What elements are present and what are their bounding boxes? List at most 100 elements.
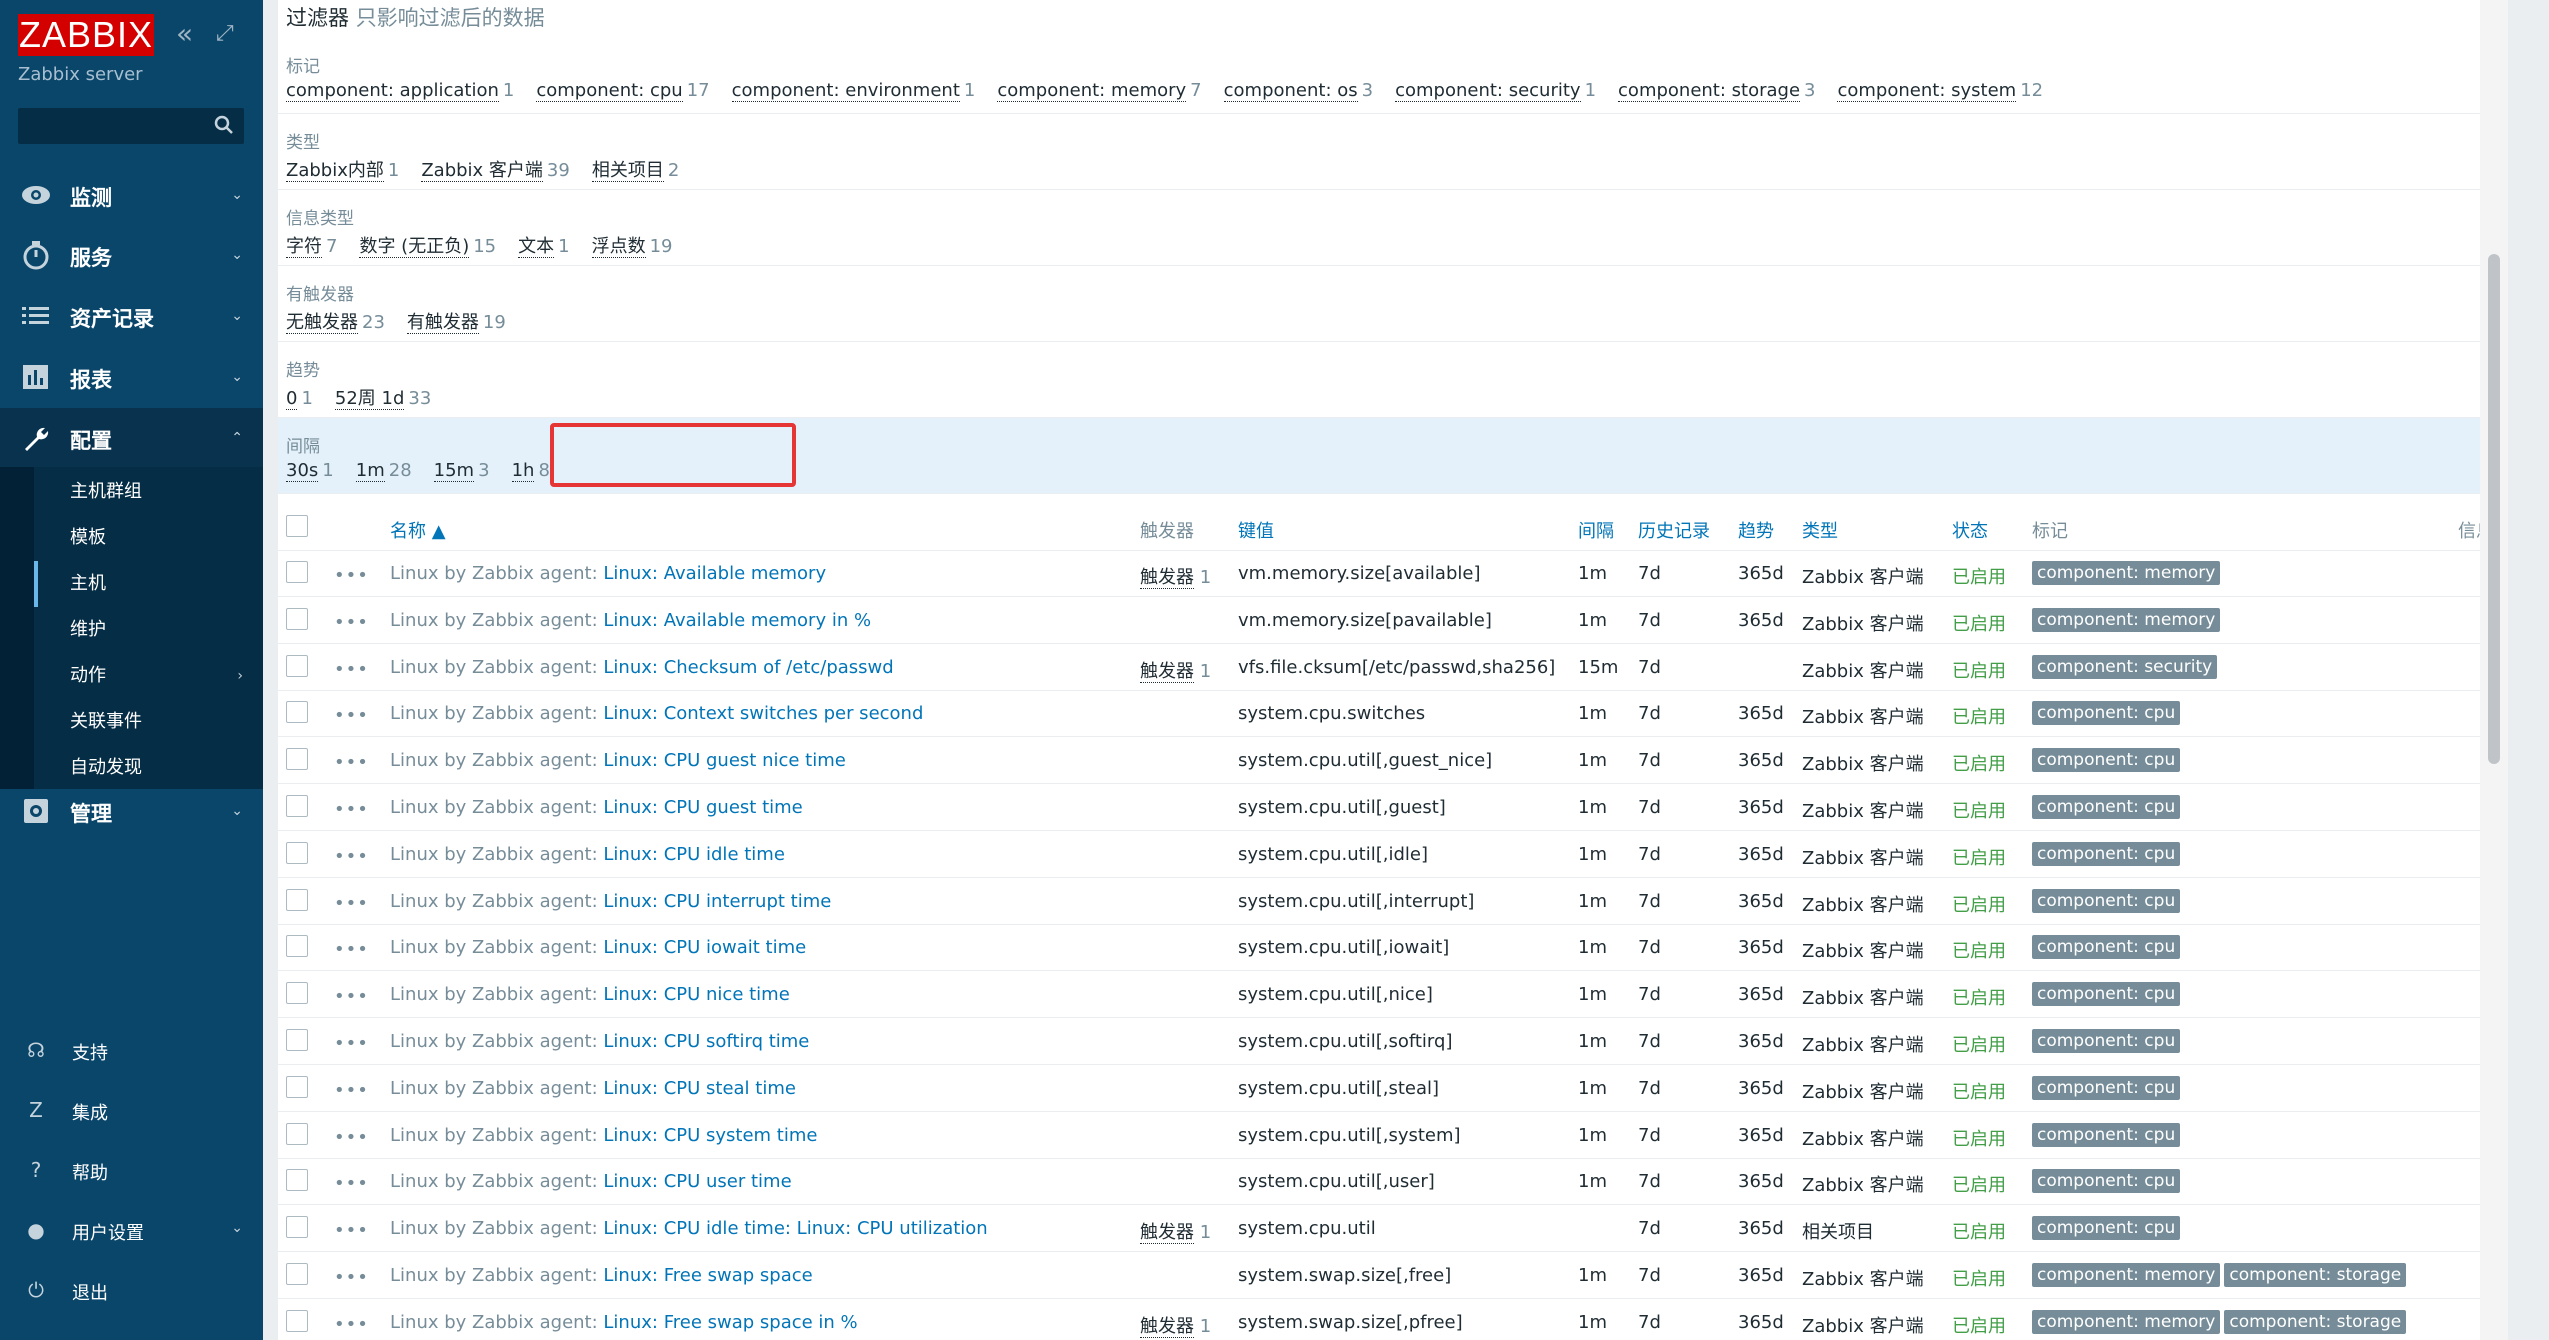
item-link[interactable]: Linux: CPU idle time: Linux: CPU utiliza…	[603, 1218, 987, 1239]
row-checkbox[interactable]	[286, 1309, 308, 1332]
more-actions-icon[interactable]: •••	[334, 986, 369, 1007]
tag-badge[interactable]: component: cpu	[2032, 795, 2181, 819]
row-checkbox[interactable]	[286, 1216, 308, 1239]
host-link[interactable]: Linux by Zabbix agent	[390, 610, 592, 631]
tag-badge[interactable]: component: cpu	[2032, 1122, 2181, 1147]
filter-value-link[interactable]: component: memory	[997, 80, 1187, 102]
status-toggle[interactable]: 已启用	[1952, 797, 2006, 823]
nav-item-clock[interactable]: 服务 ⌄	[0, 225, 263, 285]
submenu-item[interactable]: 模板	[34, 515, 263, 561]
submenu-item[interactable]: 主机群组	[34, 469, 263, 515]
filter-value-link[interactable]: 1m	[355, 460, 385, 482]
column-header-status[interactable]: 状态	[1952, 517, 1988, 543]
column-header-interval[interactable]: 间隔	[1578, 517, 1614, 543]
filter-value-link[interactable]: component: storage	[1618, 80, 1801, 102]
status-toggle[interactable]: 已启用	[1952, 703, 2006, 729]
bottom-nav-z[interactable]: Z 集成	[0, 1090, 263, 1130]
status-toggle[interactable]: 已启用	[1952, 937, 2006, 963]
filter-value-link[interactable]: 0	[286, 388, 298, 410]
item-link[interactable]: Linux: CPU steal time	[603, 1078, 796, 1099]
tag-badge[interactable]: component: cpu	[2032, 1075, 2181, 1100]
more-actions-icon[interactable]: •••	[334, 939, 369, 960]
filter-value-link[interactable]: 52周 1d	[334, 388, 405, 410]
tag-badge[interactable]: component: memory	[2032, 1309, 2221, 1334]
host-link[interactable]: Linux by Zabbix agent	[390, 1312, 592, 1333]
more-actions-icon[interactable]: •••	[334, 1220, 369, 1241]
tag-badge[interactable]: component: memory	[2032, 561, 2221, 585]
row-checkbox[interactable]	[286, 795, 308, 817]
item-link[interactable]: Linux: CPU nice time	[603, 984, 789, 1005]
row-checkbox[interactable]	[286, 607, 308, 630]
status-toggle[interactable]: 已启用	[1952, 1218, 2006, 1244]
host-link[interactable]: Linux by Zabbix agent	[390, 1031, 592, 1052]
bottom-nav-power[interactable]: ⏻ 退出	[0, 1270, 263, 1310]
filter-value-link[interactable]: component: os	[1223, 80, 1358, 102]
triggers-link[interactable]: 触发器	[1140, 567, 1194, 589]
nav-item-list[interactable]: 资产记录 ⌄	[0, 286, 263, 346]
tag-badge[interactable]: component: cpu	[2032, 1029, 2181, 1053]
tag-badge[interactable]: component: cpu	[2032, 1169, 2181, 1194]
column-header-key[interactable]: 键值	[1238, 517, 1274, 543]
filter-value-link[interactable]: Zabbix内部	[286, 160, 384, 182]
host-link[interactable]: Linux by Zabbix agent	[390, 563, 592, 584]
item-link[interactable]: Linux: CPU iowait time	[603, 937, 806, 958]
submenu-item[interactable]: 关联事件	[34, 699, 263, 745]
row-checkbox[interactable]	[286, 748, 308, 771]
status-toggle[interactable]: 已启用	[1952, 1171, 2006, 1197]
nav-item-chart[interactable]: 报表 ⌄	[0, 347, 263, 407]
filter-value-link[interactable]: 有触发器	[406, 312, 479, 334]
search-icon[interactable]	[212, 113, 236, 137]
more-actions-icon[interactable]: •••	[334, 846, 369, 867]
filter-value-link[interactable]: component: security	[1395, 80, 1581, 102]
more-actions-icon[interactable]: •••	[334, 705, 369, 726]
item-link[interactable]: Linux: Free swap space	[603, 1265, 812, 1286]
more-actions-icon[interactable]: •••	[334, 1173, 369, 1194]
submenu-item[interactable]: 维护	[34, 607, 263, 653]
more-actions-icon[interactable]: •••	[334, 1314, 369, 1335]
more-actions-icon[interactable]: •••	[334, 565, 369, 586]
kiosk-mode-icon[interactable]: ⤢	[216, 20, 234, 48]
tag-badge[interactable]: component: cpu	[2032, 841, 2181, 866]
host-link[interactable]: Linux by Zabbix agent	[390, 891, 592, 912]
select-all-checkbox[interactable]	[286, 515, 308, 537]
status-toggle[interactable]: 已启用	[1952, 657, 2006, 683]
filter-value-link[interactable]: 文本	[518, 236, 555, 258]
host-link[interactable]: Linux by Zabbix agent	[390, 1218, 592, 1239]
filter-value-link[interactable]: 30s	[286, 460, 319, 482]
host-link[interactable]: Linux by Zabbix agent	[390, 1265, 592, 1286]
filter-value-link[interactable]: 15m	[433, 460, 475, 482]
more-actions-icon[interactable]: •••	[334, 1267, 369, 1288]
host-link[interactable]: Linux by Zabbix agent	[390, 1078, 592, 1099]
tag-badge[interactable]: component: storage	[2224, 1309, 2407, 1334]
more-actions-icon[interactable]: •••	[334, 659, 369, 680]
filter-value-link[interactable]: 相关项目	[591, 160, 664, 182]
column-header-trends[interactable]: 趋势	[1738, 517, 1774, 543]
tag-badge[interactable]: component: cpu	[2032, 982, 2181, 1007]
item-link[interactable]: Linux: Available memory in %	[603, 610, 871, 631]
bottom-nav-headset[interactable]: ☊ 支持	[0, 1030, 263, 1070]
more-actions-icon[interactable]: •••	[334, 612, 369, 633]
status-toggle[interactable]: 已启用	[1952, 891, 2006, 917]
scrollbar[interactable]	[2480, 0, 2508, 1340]
row-checkbox[interactable]	[286, 1122, 308, 1145]
filter-value-link[interactable]: component: application	[286, 80, 499, 102]
status-toggle[interactable]: 已启用	[1952, 1031, 2006, 1057]
filter-value-link[interactable]: component: cpu	[536, 80, 683, 102]
triggers-link[interactable]: 触发器	[1140, 1222, 1194, 1245]
bottom-nav-question[interactable]: ? 帮助	[0, 1150, 263, 1190]
status-toggle[interactable]: 已启用	[1952, 1125, 2006, 1151]
tag-badge[interactable]: component: cpu	[2032, 748, 2181, 773]
host-link[interactable]: Linux by Zabbix agent	[390, 657, 592, 678]
triggers-link[interactable]: 触发器	[1140, 1315, 1194, 1338]
tag-badge[interactable]: component: security	[2032, 654, 2218, 679]
filter-value-link[interactable]: component: environment	[731, 80, 960, 102]
host-link[interactable]: Linux by Zabbix agent	[390, 797, 592, 818]
item-link[interactable]: Linux: CPU guest nice time	[603, 750, 845, 771]
item-link[interactable]: Linux: CPU guest time	[603, 797, 802, 818]
item-link[interactable]: Linux: Checksum of /etc/passwd	[603, 657, 893, 678]
row-checkbox[interactable]	[286, 841, 308, 864]
item-link[interactable]: Linux: CPU system time	[603, 1125, 817, 1146]
item-link[interactable]: Linux: Available memory	[603, 563, 826, 584]
scrollbar-thumb[interactable]	[2488, 254, 2500, 764]
tag-badge[interactable]: component: memory	[2032, 1263, 2221, 1287]
